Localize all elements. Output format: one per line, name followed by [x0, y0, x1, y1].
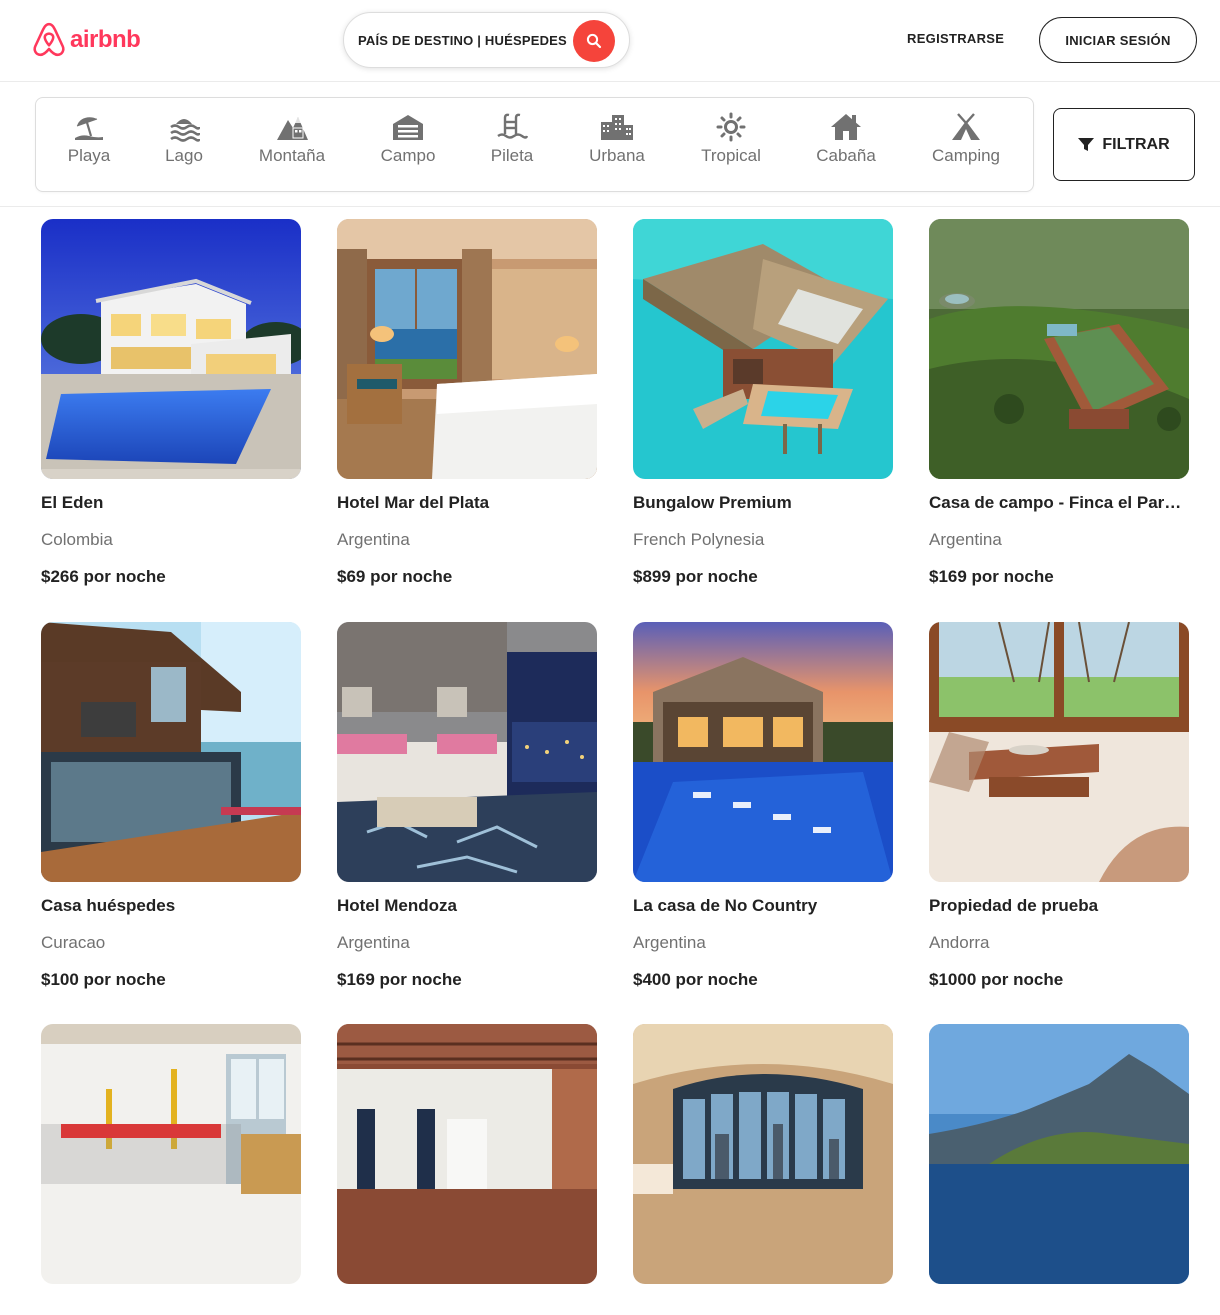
- listing-title: El Eden: [41, 493, 104, 512]
- funnel-icon: [1078, 137, 1095, 151]
- listing-photo: [929, 1024, 1189, 1284]
- beach-umbrella-icon: [72, 110, 106, 144]
- mountain-icon: [275, 110, 309, 144]
- listing-location: Colombia: [41, 530, 113, 549]
- top-header: airbnb PAÍS DE DESTINO | HUÉSPEDES REGIS…: [0, 0, 1220, 82]
- listing-price: $169 por noche: [929, 567, 1054, 586]
- category-label: Pileta: [490, 146, 534, 165]
- category-label: Playa: [67, 146, 111, 165]
- listing-card[interactable]: Hotel Mendoza Argentina $169 por noche: [337, 622, 599, 990]
- listing-location: Argentina: [337, 530, 410, 549]
- listing-card[interactable]: Hotel Mar del Plata Argentina $69 por no…: [337, 219, 599, 587]
- listing-photo: [633, 1024, 893, 1284]
- filter-label: FILTRAR: [1102, 135, 1170, 153]
- listing-photo: [41, 219, 301, 479]
- listing-price: $169 por noche: [337, 970, 462, 989]
- listing-price: $400 por noche: [633, 970, 758, 989]
- listing-title: Propiedad de prueba: [929, 896, 1099, 915]
- logo-text: airbnb: [70, 26, 141, 53]
- listing-location: Curacao: [41, 933, 106, 952]
- listing-card[interactable]: [41, 1024, 303, 1315]
- listing-card[interactable]: Casa de campo - Finca el Paraíso Argenti…: [929, 219, 1191, 587]
- category-label: Campo: [380, 146, 436, 165]
- listing-title: La casa de No Country: [633, 896, 818, 915]
- listing-card[interactable]: [337, 1024, 599, 1315]
- listing-photo: [41, 622, 301, 882]
- listing-location: Andorra: [929, 933, 990, 952]
- filter-button[interactable]: FILTRAR: [1053, 108, 1195, 181]
- waves-icon: [167, 110, 201, 144]
- search-bar[interactable]: PAÍS DE DESTINO | HUÉSPEDES: [343, 12, 630, 68]
- listing-photo: [633, 622, 893, 882]
- listing-location: French Polynesia: [633, 530, 765, 549]
- listing-photo: [337, 219, 597, 479]
- cabin-house-icon: [829, 110, 863, 144]
- pool-ladder-icon: [495, 110, 529, 144]
- category-cabana[interactable]: Cabaña: [801, 110, 891, 180]
- category-camping[interactable]: Camping: [921, 110, 1011, 180]
- tent-icon: [949, 110, 983, 144]
- category-tropical[interactable]: Tropical: [686, 110, 776, 180]
- category-label: Lago: [165, 146, 203, 165]
- listing-title: Casa de campo - Finca el Paraíso: [929, 493, 1189, 512]
- category-label: Urbana: [589, 146, 645, 165]
- listing-photo: [929, 622, 1189, 882]
- search-icon: [586, 33, 602, 49]
- header-divider: [0, 206, 1220, 207]
- listing-price: $899 por noche: [633, 567, 758, 586]
- listing-photo: [633, 219, 893, 479]
- category-montana[interactable]: Montaña: [247, 110, 337, 180]
- category-playa[interactable]: Playa: [44, 110, 134, 180]
- listing-card[interactable]: Bungalow Premium French Polynesia $899 p…: [633, 219, 895, 587]
- category-label: Cabaña: [816, 146, 876, 165]
- listing-price: $69 por noche: [337, 567, 453, 586]
- city-buildings-icon: [600, 110, 634, 144]
- airbnb-logo[interactable]: airbnb: [32, 22, 141, 58]
- listing-card[interactable]: [633, 1024, 895, 1315]
- listing-location: Argentina: [633, 933, 706, 952]
- category-urbana[interactable]: Urbana: [572, 110, 662, 180]
- sun-icon: [714, 110, 748, 144]
- category-label: Camping: [931, 146, 1001, 165]
- barn-icon: [391, 110, 425, 144]
- category-label: Tropical: [701, 146, 761, 165]
- category-campo[interactable]: Campo: [363, 110, 453, 180]
- listing-title: Bungalow Premium: [633, 493, 792, 512]
- login-button[interactable]: INICIAR SESIÓN: [1039, 17, 1197, 63]
- listing-price: $100 por noche: [41, 970, 166, 989]
- listing-card[interactable]: El Eden Colombia $266 por noche: [41, 219, 303, 587]
- listing-title: Hotel Mendoza: [337, 896, 457, 915]
- listing-card[interactable]: Casa huéspedes Curacao $100 por noche: [41, 622, 303, 990]
- listing-location: Argentina: [337, 933, 410, 952]
- listing-location: Argentina: [929, 530, 1002, 549]
- search-placeholder: PAÍS DE DESTINO | HUÉSPEDES: [358, 32, 567, 48]
- category-bar: Playa Lago Montaña Campo Pileta Urbana T…: [35, 97, 1034, 192]
- listing-title: Casa huéspedes: [41, 896, 176, 915]
- category-label: Montaña: [258, 146, 326, 165]
- listing-title: Hotel Mar del Plata: [337, 493, 490, 512]
- listing-card[interactable]: Propiedad de prueba Andorra $1000 por no…: [929, 622, 1191, 990]
- listing-photo: [929, 219, 1189, 479]
- search-button[interactable]: [573, 20, 615, 62]
- category-lago[interactable]: Lago: [139, 110, 229, 180]
- airbnb-logo-icon: [33, 22, 65, 57]
- listing-price: $1000 por noche: [929, 970, 1064, 989]
- listing-card[interactable]: [929, 1024, 1191, 1315]
- signup-link[interactable]: REGISTRARSE: [907, 31, 1004, 46]
- listing-card[interactable]: La casa de No Country Argentina $400 por…: [633, 622, 895, 990]
- listing-price: $266 por noche: [41, 567, 166, 586]
- listing-photo: [41, 1024, 301, 1284]
- category-pileta[interactable]: Pileta: [467, 110, 557, 180]
- listing-photo: [337, 622, 597, 882]
- listing-photo: [337, 1024, 597, 1284]
